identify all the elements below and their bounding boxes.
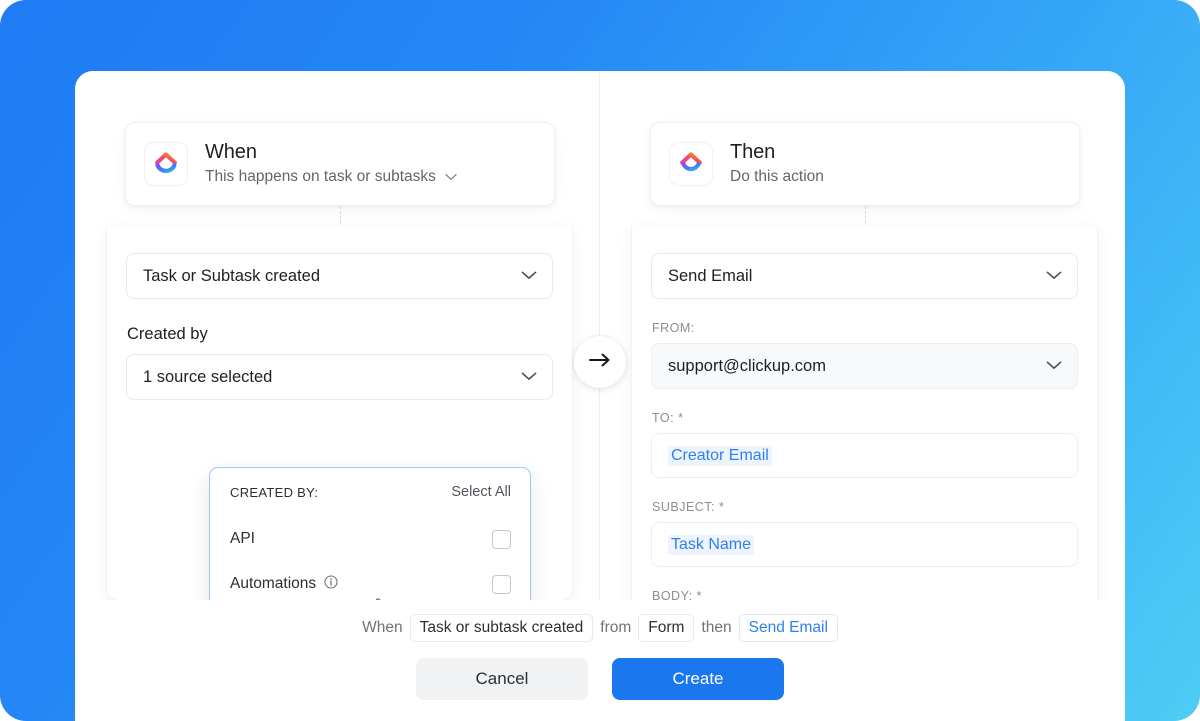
summary-action-chip[interactable]: Send Email [738,614,838,642]
then-title: Then [730,141,776,163]
chevron-down-icon[interactable] [521,267,537,286]
chevron-down-icon[interactable] [1046,267,1062,286]
summary-from-word: from [600,619,632,636]
then-panel: Then Do this action Send Email FROM: sup… [621,71,1104,600]
summary-when-word: When [362,619,403,636]
to-token: Creator Email [668,445,772,466]
create-button[interactable]: Create [612,658,784,700]
flow-arrow-button[interactable] [574,336,626,388]
trigger-select[interactable]: Task or Subtask created [126,253,553,299]
clickup-logo-icon [669,142,713,186]
dropdown-option-label: API [230,530,255,547]
when-header-card[interactable]: When This happens on task or subtasks [125,122,555,206]
from-value: support@clickup.com [668,356,826,375]
dropdown-option-automations[interactable]: Automations [210,566,530,600]
select-all-button[interactable]: Select All [451,484,511,500]
dropdown-header: CREATED BY: Select All [210,468,530,512]
from-label: FROM: [652,321,695,335]
trigger-select-value: Task or Subtask created [143,266,321,285]
automation-summary: When Task or subtask created from Form t… [75,614,1125,642]
source-select-value: 1 source selected [143,367,273,386]
automation-modal: When This happens on task or subtasks Ta… [75,71,1125,721]
then-body-card: Send Email FROM: support@clickup.com TO:… [631,226,1098,600]
when-title: When [205,141,257,163]
dropdown-option-api[interactable]: API [210,521,530,557]
cancel-button[interactable]: Cancel [416,658,588,700]
source-select[interactable]: 1 source selected [126,354,553,400]
chevron-down-icon[interactable] [521,368,537,387]
summary-then-word: then [701,619,732,636]
then-header-card[interactable]: Then Do this action [650,122,1080,206]
then-subtitle: Do this action [730,168,824,185]
from-select[interactable]: support@clickup.com [651,343,1078,389]
subject-token: Task Name [668,534,755,555]
dropdown-title: CREATED BY: [230,484,319,500]
subject-label: SUBJECT: * [652,500,725,514]
body-label: BODY: * [652,589,703,600]
action-select[interactable]: Send Email [651,253,1078,299]
summary-trigger-chip[interactable]: Task or subtask created [409,614,594,642]
action-select-value: Send Email [668,266,753,285]
created-by-dropdown: CREATED BY: Select All API Automations [209,467,531,600]
chevron-down-icon[interactable] [445,166,457,188]
dropdown-option-label-wrap: Automations [230,574,338,594]
then-subtitle-row: Do this action [730,166,824,188]
when-subtitle: This happens on task or subtasks [205,168,436,185]
panels-region: When This happens on task or subtasks Ta… [75,71,1125,600]
summary-source-chip[interactable]: Form [638,614,695,642]
clickup-logo-icon [144,142,188,186]
created-by-label: Created by [127,325,208,343]
when-header-text: When This happens on task or subtasks [205,140,457,188]
when-subtitle-row[interactable]: This happens on task or subtasks [205,166,457,188]
then-header-text: Then Do this action [730,140,824,188]
subject-field[interactable]: Task Name [651,522,1078,567]
info-icon[interactable] [324,574,338,594]
arrow-right-icon [588,352,612,373]
chevron-down-icon[interactable] [1046,357,1062,376]
checkbox-automations[interactable] [492,574,511,594]
modal-footer: When Task or subtask created from Form t… [75,600,1125,721]
to-field[interactable]: Creator Email [651,433,1078,478]
footer-buttons: Cancel Create [75,658,1125,700]
dropdown-option-label: Automations [230,575,317,592]
checkbox-api[interactable] [492,529,511,549]
to-label: TO: * [652,411,684,425]
